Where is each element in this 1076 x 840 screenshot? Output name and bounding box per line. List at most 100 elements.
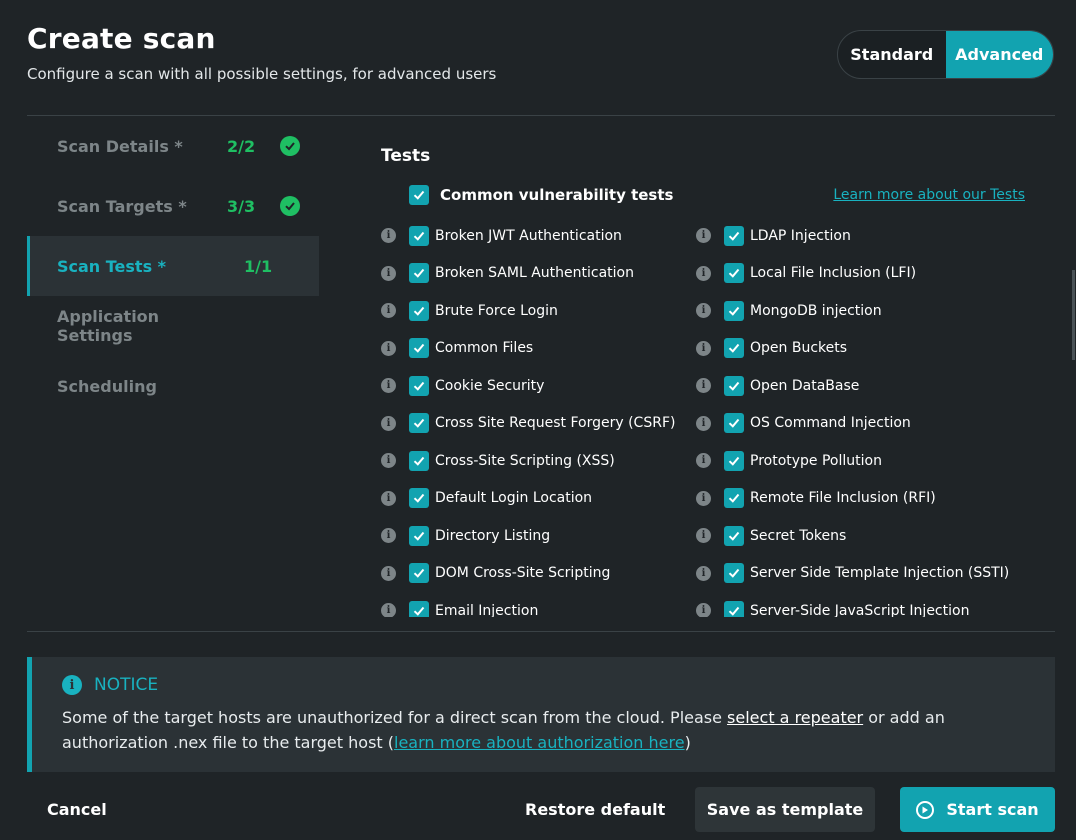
cancel-button[interactable]: Cancel: [47, 797, 107, 821]
divider: [27, 631, 1055, 632]
start-scan-button[interactable]: Start scan: [900, 787, 1055, 832]
test-label: DOM Cross-Site Scripting: [435, 565, 611, 582]
test-item[interactable]: i LDAP Injection: [696, 217, 1026, 255]
test-label: Secret Tokens: [750, 527, 847, 544]
test-checkbox[interactable]: [409, 563, 429, 584]
info-icon[interactable]: i: [381, 453, 396, 469]
test-checkbox[interactable]: [409, 525, 429, 546]
info-icon[interactable]: i: [696, 303, 711, 319]
test-label: Remote File Inclusion (RFI): [750, 490, 936, 507]
info-icon[interactable]: i: [381, 303, 396, 319]
info-icon[interactable]: i: [696, 415, 711, 431]
info-icon[interactable]: i: [381, 340, 396, 356]
test-checkbox[interactable]: [724, 263, 744, 284]
test-item[interactable]: i MongoDB injection: [696, 292, 1026, 330]
sidebar-item-scan-tests[interactable]: Scan Tests * 1/1: [27, 236, 319, 296]
test-item[interactable]: i Remote File Inclusion (RFI): [696, 480, 1026, 518]
tests-heading: Tests: [381, 146, 431, 166]
test-checkbox[interactable]: [409, 263, 429, 284]
test-checkbox[interactable]: [724, 600, 744, 617]
info-icon[interactable]: i: [381, 603, 396, 617]
test-item[interactable]: i Cookie Security: [381, 367, 711, 405]
test-checkbox[interactable]: [724, 450, 744, 471]
test-checkbox[interactable]: [724, 300, 744, 321]
check-circle-icon: [280, 196, 300, 216]
sidebar-item-scan-details[interactable]: Scan Details * 2/2: [27, 116, 319, 176]
test-checkbox[interactable]: [409, 600, 429, 617]
test-checkbox[interactable]: [409, 488, 429, 509]
authorization-help-link[interactable]: learn more about authorization here: [394, 733, 685, 752]
test-item[interactable]: i Secret Tokens: [696, 517, 1026, 555]
advanced-mode-button[interactable]: Advanced: [945, 31, 1053, 78]
test-checkbox[interactable]: [409, 413, 429, 434]
test-checkbox[interactable]: [409, 300, 429, 321]
test-item[interactable]: i Common Files: [381, 330, 711, 368]
info-icon[interactable]: i: [381, 378, 396, 394]
common-tests-toggle[interactable]: Common vulnerability tests: [409, 185, 673, 205]
test-item[interactable]: i Cross-Site Scripting (XSS): [381, 442, 711, 480]
test-item[interactable]: i Default Login Location: [381, 480, 711, 518]
info-icon[interactable]: i: [696, 565, 711, 581]
learn-more-tests-link[interactable]: Learn more about our Tests: [833, 187, 1025, 203]
test-item[interactable]: i Brute Force Login: [381, 292, 711, 330]
test-item[interactable]: i Local File Inclusion (LFI): [696, 255, 1026, 293]
info-icon[interactable]: i: [381, 490, 396, 506]
test-checkbox[interactable]: [409, 450, 429, 471]
sidebar-item-scheduling[interactable]: Scheduling: [27, 356, 319, 416]
test-checkbox[interactable]: [724, 488, 744, 509]
test-item[interactable]: i Email Injection: [381, 592, 711, 617]
info-icon[interactable]: i: [696, 378, 711, 394]
notice-title: NOTICE: [94, 675, 159, 695]
info-icon[interactable]: i: [696, 228, 711, 244]
test-checkbox[interactable]: [409, 375, 429, 396]
test-item[interactable]: i Server Side Template Injection (SSTI): [696, 555, 1026, 593]
test-checkbox[interactable]: [724, 413, 744, 434]
tests-list: i Broken JWT Authentication i Broken SAML A…: [381, 217, 1061, 617]
info-icon[interactable]: i: [381, 528, 396, 544]
test-checkbox[interactable]: [724, 563, 744, 584]
test-checkbox[interactable]: [724, 525, 744, 546]
test-item[interactable]: i Directory Listing: [381, 517, 711, 555]
test-checkbox[interactable]: [409, 225, 429, 246]
test-label: Broken JWT Authentication: [435, 227, 622, 244]
test-item[interactable]: i Broken JWT Authentication: [381, 217, 711, 255]
page-subtitle: Configure a scan with all possible setti…: [27, 65, 497, 83]
check-circle-icon: [280, 136, 300, 156]
test-checkbox[interactable]: [724, 338, 744, 359]
test-item[interactable]: i Open DataBase: [696, 367, 1026, 405]
info-icon[interactable]: i: [696, 340, 711, 356]
test-label: Broken SAML Authentication: [435, 265, 634, 282]
info-icon[interactable]: i: [696, 453, 711, 469]
tests-column-left: i Broken JWT Authentication i Broken SAML A…: [381, 217, 711, 617]
scrollbar[interactable]: [1072, 270, 1075, 360]
restore-default-button[interactable]: Restore default: [525, 797, 665, 821]
test-checkbox[interactable]: [724, 375, 744, 396]
info-icon[interactable]: i: [381, 265, 396, 281]
save-as-template-button[interactable]: Save as template: [695, 787, 875, 832]
sidebar-item-application-settings[interactable]: Application Settings: [27, 296, 319, 356]
test-item[interactable]: i Open Buckets: [696, 330, 1026, 368]
info-icon[interactable]: i: [381, 228, 396, 244]
test-item[interactable]: i OS Command Injection: [696, 405, 1026, 443]
step-count: 1/1: [244, 256, 273, 276]
info-icon[interactable]: i: [696, 603, 711, 617]
standard-mode-button[interactable]: Standard: [838, 31, 946, 78]
info-icon[interactable]: i: [696, 490, 711, 506]
test-label: Default Login Location: [435, 490, 593, 507]
info-icon[interactable]: i: [381, 415, 396, 431]
sidebar-item-scan-targets[interactable]: Scan Targets * 3/3: [27, 176, 319, 236]
test-item[interactable]: i Prototype Pollution: [696, 442, 1026, 480]
test-checkbox[interactable]: [724, 225, 744, 246]
info-icon[interactable]: i: [696, 528, 711, 544]
test-checkbox[interactable]: [409, 338, 429, 359]
common-tests-checkbox[interactable]: [409, 185, 429, 205]
test-item[interactable]: i Server-Side JavaScript Injection: [696, 592, 1026, 617]
test-item[interactable]: i Broken SAML Authentication: [381, 255, 711, 293]
step-count: 3/3: [227, 196, 256, 216]
info-icon[interactable]: i: [696, 265, 711, 281]
page-header: Create scan Configure a scan with all po…: [27, 22, 496, 83]
select-repeater-link[interactable]: select a repeater: [727, 708, 863, 727]
test-item[interactable]: i DOM Cross-Site Scripting: [381, 555, 711, 593]
info-icon[interactable]: i: [381, 565, 396, 581]
test-item[interactable]: i Cross Site Request Forgery (CSRF): [381, 405, 711, 443]
